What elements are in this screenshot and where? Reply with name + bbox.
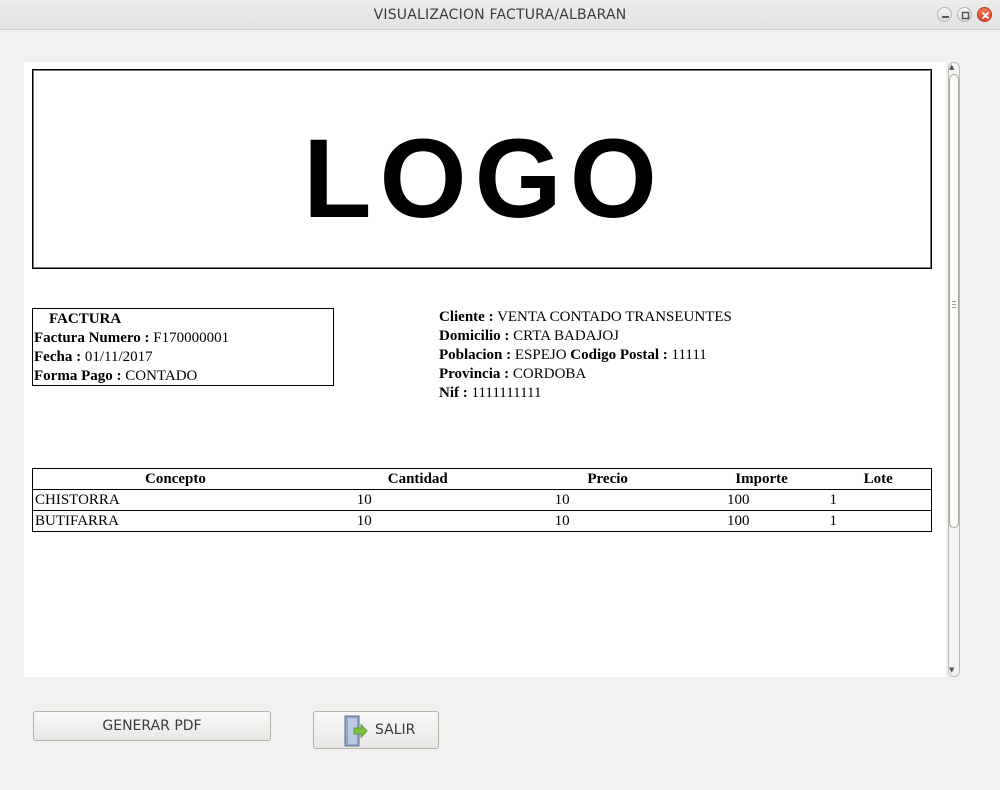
window-title: VISUALIZACION FACTURA/ALBARAN (373, 7, 627, 23)
window-titlebar: VISUALIZACION FACTURA/ALBARAN (0, 0, 1000, 30)
minimize-button[interactable] (937, 7, 952, 22)
scrollbar-thumb[interactable] (949, 74, 959, 528)
cell-precio: 10 (517, 489, 698, 511)
nif: 1111111111 (471, 385, 542, 401)
payment-method: CONTADO (125, 368, 198, 384)
column-header-importe: Importe (697, 468, 826, 490)
cell-precio: 10 (517, 510, 698, 532)
table-row: BUTIFARRA 10 10 100 1 (31, 510, 933, 532)
invoice-date-label: Fecha : (34, 349, 82, 365)
client-label: Cliente : (439, 309, 494, 325)
logo-frame: LOGO (32, 69, 932, 269)
logo-image: LOGO (303, 116, 665, 241)
cell-cantidad: 10 (317, 489, 518, 511)
exit-button-label: SALIR (375, 722, 416, 738)
logo-text: LOGO (303, 116, 665, 241)
invoice-lines-table: Concepto Cantidad Precio Importe Lote CH… (31, 468, 933, 532)
column-header-concepto: Concepto (31, 468, 318, 490)
maximize-icon (961, 11, 970, 20)
table-header-row: Concepto Cantidad Precio Importe Lote (31, 468, 933, 490)
town-line: Poblacion : ESPEJO Codigo Postal : 11111 (439, 346, 732, 365)
invoice-heading: FACTURA (49, 311, 122, 327)
vertical-scrollbar[interactable]: ▲ ▼ (946, 62, 960, 677)
town: ESPEJO (514, 347, 567, 363)
invoice-number-label: Factura Numero : (34, 330, 150, 346)
postal-code: 11111 (671, 347, 707, 363)
nif-line: Nif : 1111111111 (439, 384, 732, 403)
invoice-header-box: FACTURA Factura Numero : F170000001 Fech… (32, 308, 334, 386)
address-label: Domicilio : (439, 328, 510, 344)
nif-label: Nif : (439, 385, 468, 401)
scroll-down-arrow-icon[interactable]: ▼ (949, 666, 954, 674)
payment-method-line: Forma Pago : CONTADO (34, 367, 333, 386)
address: CRTA BADAJOJ (513, 328, 619, 344)
invoice-number-line: Factura Numero : F170000001 (34, 329, 333, 348)
postal-code-label: Codigo Postal : (570, 347, 668, 363)
address-line: Domicilio : CRTA BADAJOJ (439, 327, 732, 346)
province-label: Provincia : (439, 366, 510, 382)
close-icon (981, 11, 990, 20)
province-line: Provincia : CORDOBA (439, 365, 732, 384)
invoice-number: F170000001 (153, 330, 230, 346)
column-header-cantidad: Cantidad (317, 468, 518, 490)
town-label: Poblacion : (439, 347, 512, 363)
cell-cantidad: 10 (317, 510, 518, 532)
province: CORDOBA (512, 366, 587, 382)
minimize-icon (942, 16, 949, 18)
invoice-date-line: Fecha : 01/11/2017 (34, 348, 333, 367)
column-header-lote: Lote (825, 468, 933, 490)
cell-lote: 1 (825, 489, 933, 511)
table-row: CHISTORRA 10 10 100 1 (31, 489, 933, 511)
scrollbar-grip-icon (952, 301, 956, 310)
exit-door-icon (344, 715, 368, 747)
client-details: Cliente : VENTA CONTADO TRANSEUNTES Domi… (439, 308, 732, 403)
invoice-date: 01/11/2017 (84, 349, 153, 365)
payment-method-label: Forma Pago : (34, 368, 122, 384)
cell-importe: 100 (697, 510, 826, 532)
generate-pdf-button[interactable]: GENERAR PDF (33, 711, 271, 741)
scroll-up-arrow-icon[interactable]: ▲ (949, 63, 954, 71)
close-button[interactable] (977, 7, 992, 22)
maximize-button[interactable] (957, 7, 972, 22)
invoice-preview: LOGO FACTURA Factura Numero : F170000001… (24, 62, 946, 677)
cell-concepto: BUTIFARRA (31, 510, 318, 532)
client-line: Cliente : VENTA CONTADO TRANSEUNTES (439, 308, 732, 327)
cell-lote: 1 (825, 510, 933, 532)
exit-button[interactable]: SALIR (313, 711, 439, 749)
cell-importe: 100 (697, 489, 826, 511)
cell-concepto: CHISTORRA (31, 489, 318, 511)
column-header-precio: Precio (517, 468, 698, 490)
client-name: VENTA CONTADO TRANSEUNTES (497, 309, 732, 325)
